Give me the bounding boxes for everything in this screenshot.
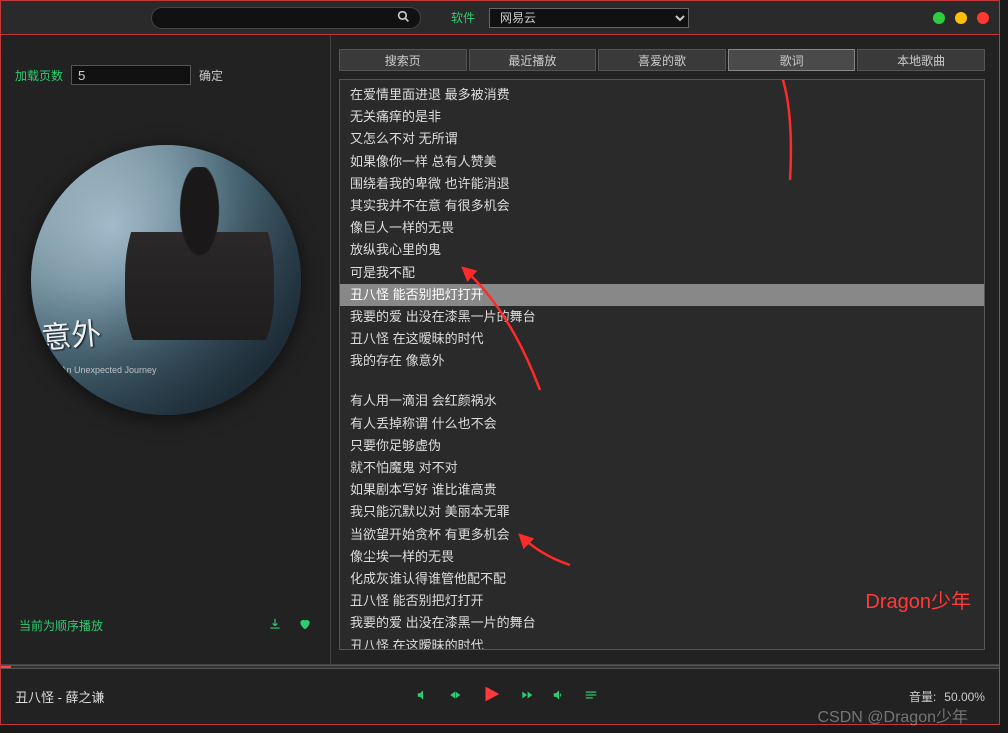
lyric-line[interactable]: 像尘埃一样的无畏: [340, 546, 984, 568]
software-label: 软件: [451, 9, 475, 26]
playlist-icon[interactable]: [584, 688, 598, 705]
right-pane: 搜索页最近播放喜爱的歌歌词本地歌曲 在爱情里面进退 最多被消费无关痛痒的是非又怎…: [331, 35, 999, 664]
tab-4[interactable]: 本地歌曲: [857, 49, 985, 71]
album-title: 意外: [39, 308, 103, 357]
lyric-line[interactable]: 丑八怪 能否别把灯打开: [340, 284, 984, 306]
album-art-wrap: 意外 An Unexpected Journey: [15, 145, 316, 415]
tab-0[interactable]: 搜索页: [339, 49, 467, 71]
lyric-line[interactable]: 像巨人一样的无畏: [340, 217, 984, 239]
tab-2[interactable]: 喜爱的歌: [598, 49, 726, 71]
watermark: Dragon少年: [865, 585, 971, 614]
album-subtitle: An Unexpected Journey: [61, 365, 157, 375]
minimize-button[interactable]: [933, 12, 945, 24]
lyric-line[interactable]: 我只能沉默以对 美丽本无罪: [340, 501, 984, 523]
app-window: 软件 网易云 加载页数 确定 意外 An Unexpected Journey: [0, 0, 1000, 725]
lyric-line[interactable]: 丑八怪 在这暧昧的时代: [340, 635, 984, 651]
heart-icon[interactable]: [298, 617, 312, 634]
play-icon[interactable]: [480, 683, 502, 711]
lyric-line[interactable]: 当欲望开始贪杯 有更多机会: [340, 524, 984, 546]
lyric-line[interactable]: 有人用一滴泪 会红颜祸水: [340, 390, 984, 412]
tabs: 搜索页最近播放喜爱的歌歌词本地歌曲: [335, 49, 989, 75]
lyric-line[interactable]: 又怎么不对 无所谓: [340, 128, 984, 150]
lyric-line[interactable]: 丑八怪 在这暧昧的时代: [340, 328, 984, 350]
now-playing-label: 丑八怪 - 薛之谦: [15, 687, 105, 706]
lyric-line[interactable]: 放纵我心里的鬼: [340, 239, 984, 261]
lyric-line[interactable]: 我的存在 像意外: [340, 350, 984, 372]
maximize-button[interactable]: [955, 12, 967, 24]
prev-icon[interactable]: [448, 688, 462, 705]
lyric-line[interactable]: [340, 372, 984, 390]
lyric-line[interactable]: 围绕着我的卑微 也许能消退: [340, 173, 984, 195]
tab-1[interactable]: 最近播放: [469, 49, 597, 71]
lyric-line[interactable]: 可是我不配: [340, 262, 984, 284]
album-art[interactable]: 意外 An Unexpected Journey: [31, 145, 301, 415]
lyric-line[interactable]: 如果像你一样 总有人赞美: [340, 151, 984, 173]
player-controls: [416, 683, 598, 711]
csdn-watermark: CSDN @Dragon少年: [817, 703, 968, 727]
play-mode-label: 当前为顺序播放: [19, 617, 103, 634]
lyric-line[interactable]: 无关痛痒的是非: [340, 106, 984, 128]
left-pane: 加载页数 确定 意外 An Unexpected Journey 当前为顺序播放: [1, 35, 331, 664]
progress-bar[interactable]: [1, 665, 999, 669]
lyric-line[interactable]: 我要的爱 出没在漆黑一片的舞台: [340, 612, 984, 634]
lyric-line[interactable]: 有人丢掉称谓 什么也不会: [340, 413, 984, 435]
lyric-line[interactable]: 其实我并不在意 有很多机会: [340, 195, 984, 217]
volume-value: 50.00%: [944, 690, 985, 704]
search-icon: [397, 10, 410, 26]
tab-3[interactable]: 歌词: [728, 49, 856, 71]
play-mode-row: 当前为顺序播放: [15, 609, 316, 654]
confirm-button[interactable]: 确定: [199, 67, 223, 84]
lyric-line[interactable]: 就不怕魔鬼 对不对: [340, 457, 984, 479]
next-icon[interactable]: [520, 688, 534, 705]
titlebar: 软件 网易云: [1, 1, 999, 35]
page-count-label: 加载页数: [15, 67, 63, 84]
lyric-line[interactable]: 在爱情里面进退 最多被消费: [340, 84, 984, 106]
progress-fill: [1, 666, 11, 668]
lyrics-area[interactable]: 在爱情里面进退 最多被消费无关痛痒的是非又怎么不对 无所谓如果像你一样 总有人赞…: [339, 79, 985, 650]
close-button[interactable]: [977, 12, 989, 24]
lyric-line[interactable]: 我要的爱 出没在漆黑一片的舞台: [340, 306, 984, 328]
volume-icon[interactable]: [552, 688, 566, 705]
lyric-line[interactable]: 只要你足够虚伪: [340, 435, 984, 457]
search-box[interactable]: [151, 7, 421, 29]
lyric-line[interactable]: 如果剧本写好 谁比谁高贵: [340, 479, 984, 501]
window-buttons: [933, 12, 989, 24]
page-count-input[interactable]: [71, 65, 191, 85]
body-area: 加载页数 确定 意外 An Unexpected Journey 当前为顺序播放: [1, 35, 999, 664]
mute-icon[interactable]: [416, 688, 430, 705]
page-control: 加载页数 确定: [15, 55, 316, 95]
download-icon[interactable]: [268, 617, 282, 634]
software-select[interactable]: 网易云: [489, 8, 689, 28]
